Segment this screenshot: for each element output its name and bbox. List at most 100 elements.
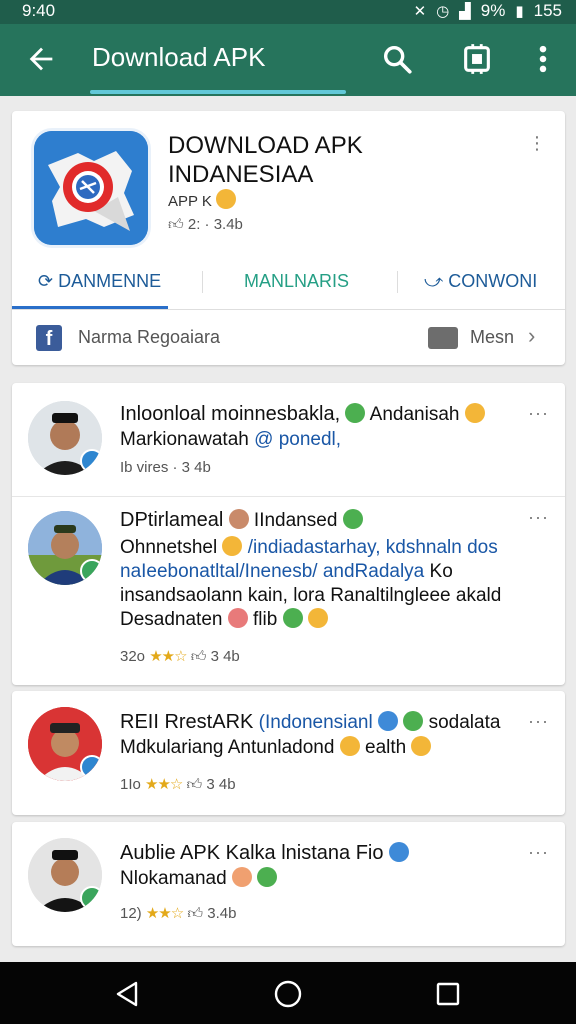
- post-author: REII RrestARK: [120, 711, 254, 733]
- play-badge-icon: [80, 886, 102, 910]
- post-line-5: Desadnaten flib: [120, 607, 328, 633]
- battery-percent: 9%: [480, 1, 506, 20]
- post-link[interactable]: /indiadastarhay, kdshnaln dos: [248, 537, 498, 558]
- post-line-1: DPtirlameal IIndansed: [120, 507, 363, 534]
- post-more-icon[interactable]: ···: [528, 711, 549, 732]
- post-meta-count: 12): [120, 905, 142, 922]
- message-icon: [428, 327, 458, 349]
- post-text: Nlokamanad: [120, 868, 227, 889]
- verified-badge-icon: [80, 755, 102, 779]
- tab-conwoni[interactable]: ⤻ CONWONI: [424, 271, 537, 292]
- avatar[interactable]: [28, 401, 102, 475]
- smile-emoji-icon: [307, 608, 328, 628]
- chat-bubble-icon: [388, 842, 409, 862]
- overflow-menu-icon[interactable]: [530, 42, 556, 76]
- post-text: Markionawatah: [120, 429, 249, 450]
- play-badge-icon: [80, 559, 102, 583]
- tab-manlnaris[interactable]: MANLNARIS: [244, 271, 349, 292]
- back-triangle-icon[interactable]: [112, 978, 144, 1010]
- post-mention-link[interactable]: @ ponedl,: [254, 429, 341, 450]
- rating-stars-icon: ★★☆: [145, 905, 184, 922]
- registration-row[interactable]: f Narma Regoaiara Mesn ›: [12, 311, 565, 365]
- post-meta: 12) ★★☆ 👍︎ 3.4b: [120, 904, 236, 923]
- recents-square-icon[interactable]: [432, 978, 464, 1010]
- chat-emoji-icon: [257, 867, 278, 887]
- tab-divider: [202, 271, 203, 293]
- registration-label: Narma Regoaiara: [78, 327, 221, 347]
- active-tab-indicator: [12, 306, 168, 309]
- chat-emoji-icon: [345, 403, 366, 423]
- app-card: DOWNLOAD APK INDANESIAA APP K 👍︎ 2: · 3.…: [12, 111, 565, 365]
- post-text: Desadnaten: [120, 609, 223, 630]
- post-more-icon[interactable]: ···: [528, 842, 549, 863]
- tab-divider: [397, 271, 398, 293]
- post-text: Mdkulariang Antunladond: [120, 737, 335, 758]
- avatar[interactable]: [28, 838, 102, 912]
- smile-emoji-icon: [339, 736, 360, 756]
- post-line-2: Ohnnetshel /indiadastarhay, kdshnaln dos: [120, 535, 498, 561]
- alarm-icon: ◷: [436, 3, 450, 20]
- post-line-1: Aublie APK Kalka lnistana Fio: [120, 840, 409, 867]
- thumb-icon: 👍︎: [187, 905, 204, 922]
- post-more-icon[interactable]: ···: [528, 403, 549, 424]
- avatar[interactable]: [28, 511, 102, 585]
- post-more-icon[interactable]: ···: [528, 507, 549, 528]
- rating-stars-icon: ★★☆: [145, 776, 183, 793]
- screen-icon[interactable]: [460, 42, 494, 76]
- post-line-2: Mdkulariang Antunladond ealth: [120, 735, 432, 761]
- post-meta: 1Io ★★☆ 👍︎ 3 4b: [120, 775, 236, 794]
- post-text: Ko: [429, 561, 453, 582]
- thumb-icon: 👍︎: [190, 648, 207, 665]
- post-item[interactable]: DPtirlameal IIndansed Ohnnetshel /indiad…: [12, 497, 565, 685]
- post-card[interactable]: Aublie APK Kalka lnistana Fio Nlokamanad…: [12, 822, 565, 946]
- post-line-1: Inloonloal moinnesbakla, Andanisah: [120, 401, 485, 428]
- card-more-icon[interactable]: ⋮: [528, 133, 547, 154]
- post-card[interactable]: REII RrestARK (Indonensianl sodalata Mdk…: [12, 691, 565, 815]
- app-stats: 👍︎ 2: · 3.4b: [168, 216, 243, 234]
- page-title: Download APK: [92, 42, 266, 72]
- app-stats-text: 2: · 3.4b: [187, 216, 243, 233]
- smile-emoji-icon: [222, 536, 243, 556]
- post-author: DPtirlameal: [120, 509, 224, 531]
- post-item[interactable]: Inloonloal moinnesbakla, Andanisah Marki…: [12, 383, 565, 495]
- status-bar: 9:40 ✕ ◷ ▟ 9% ▮ 155: [0, 0, 576, 24]
- bluetooth-off-icon: ✕: [413, 3, 427, 20]
- chat-emoji-icon: [342, 509, 363, 529]
- smile-emoji-icon: [464, 403, 485, 423]
- person-emoji-icon: [228, 509, 249, 529]
- status-time: 9:40: [22, 1, 56, 20]
- share-icon: ⤻: [424, 271, 444, 291]
- home-circle-icon[interactable]: [272, 978, 304, 1010]
- post-meta-likes: 3 4b: [206, 776, 236, 793]
- post-text: Andanisah: [369, 404, 460, 425]
- back-arrow-icon[interactable]: [24, 42, 58, 76]
- post-link[interactable]: (Indonensianl: [259, 712, 373, 733]
- post-text: flib: [253, 609, 278, 630]
- app-category-text: APP K: [168, 193, 212, 210]
- rating-stars-icon: ★★☆: [149, 648, 187, 665]
- post-text: ealth: [365, 737, 407, 758]
- search-icon[interactable]: [380, 42, 414, 76]
- system-nav-bar: [0, 962, 576, 1024]
- post-meta-likes: 3.4b: [207, 905, 237, 922]
- person-emoji-icon: [378, 711, 399, 731]
- chevron-right-icon: ›: [528, 323, 536, 348]
- post-meta-count: 32o: [120, 648, 146, 665]
- app-name: DOWNLOAD APK INDANESIAA: [168, 132, 363, 188]
- post-line-3: naIeebonatltal/Inenesb/ andRadalya Ko: [120, 559, 453, 585]
- post-line-4: insandsaolann kain, lora Ranaltilngleee …: [120, 585, 502, 606]
- smile-emoji-icon: [216, 189, 237, 209]
- msn-label: Mesn: [470, 327, 515, 347]
- tab-bar: ⟳ DANMENNE MANLNARIS ⤻ CONWONI: [12, 259, 565, 310]
- post-meta-likes: 3 4b: [210, 648, 240, 665]
- smile-emoji-icon: [411, 736, 432, 756]
- post-text: IIndansed: [253, 510, 338, 531]
- app-logo[interactable]: [34, 131, 148, 245]
- post-link[interactable]: naIeebonatltal/Inenesb/ andRadalya: [120, 561, 424, 582]
- status-icons: ✕ ◷ ▟ 9% ▮ 155: [414, 1, 562, 21]
- app-category: APP K: [168, 189, 237, 210]
- verified-badge-icon: [80, 449, 102, 473]
- thumb-icon: 👍︎: [186, 776, 203, 793]
- tab-danmenne[interactable]: ⟳ DANMENNE: [38, 271, 161, 292]
- avatar[interactable]: [28, 707, 102, 781]
